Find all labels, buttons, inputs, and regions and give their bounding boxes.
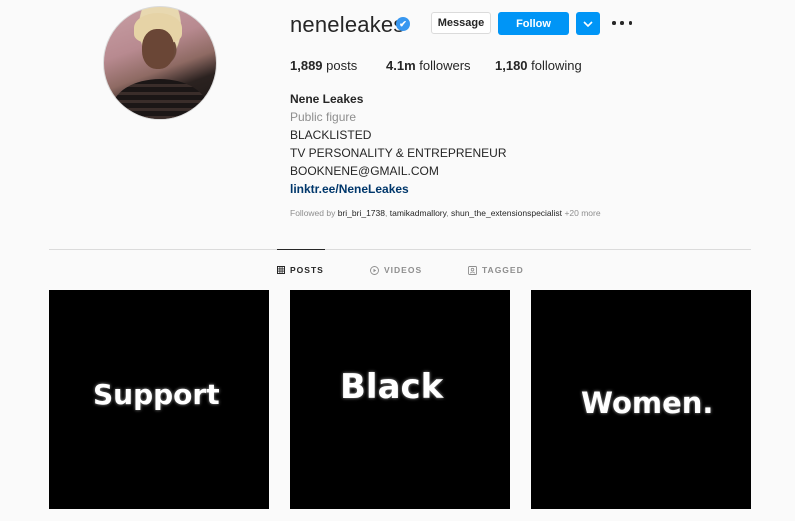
post-tile-text: Support: [93, 378, 220, 411]
suggested-dropdown-button[interactable]: [576, 12, 600, 35]
more-options-button[interactable]: [612, 16, 632, 30]
followers-stat[interactable]: 4.1m followers: [386, 58, 471, 73]
posts-count: 1,889: [290, 58, 323, 73]
bio-line: TV PERSONALITY & ENTREPRENEUR: [290, 146, 507, 160]
post-tile-text: Women.: [581, 386, 714, 420]
followed-by[interactable]: Followed by bri_bri_1738, tamikadmallory…: [290, 208, 601, 218]
tag-icon: [468, 265, 477, 275]
follow-button[interactable]: Follow: [498, 12, 569, 35]
bio-link[interactable]: linktr.ee/NeneLeakes: [290, 182, 409, 196]
profile-avatar[interactable]: [103, 6, 217, 120]
tabs-divider: [49, 249, 751, 250]
followers-label: followers: [419, 58, 471, 73]
ellipsis-icon: [612, 21, 616, 25]
active-tab-indicator: [277, 249, 325, 250]
profile-username: neneleakes: [290, 12, 405, 37]
followed-by-user[interactable]: shun_the_extensionspecialist: [451, 208, 562, 218]
avatar-outfit: [112, 79, 208, 119]
followed-by-prefix: Followed by: [290, 208, 336, 218]
following-stat[interactable]: 1,180 following: [495, 58, 582, 73]
chevron-down-icon: [583, 20, 593, 27]
post-tile[interactable]: Support: [49, 290, 269, 509]
avatar-face: [142, 29, 174, 69]
post-tile[interactable]: Black: [290, 290, 510, 509]
followed-by-user[interactable]: tamikadmallory: [390, 208, 447, 218]
following-count: 1,180: [495, 58, 528, 73]
tab-tagged-label: TAGGED: [482, 265, 524, 275]
posts-label: posts: [326, 58, 358, 73]
ellipsis-icon: [628, 21, 632, 25]
bio-line: BOOKNENE@GMAIL.COM: [290, 164, 439, 178]
followed-by-user[interactable]: bri_bri_1738: [338, 208, 385, 218]
grid-icon: [277, 266, 285, 274]
tab-videos-label: VIDEOS: [384, 265, 423, 275]
bio-line: BLACKLISTED: [290, 128, 372, 142]
followers-count: 4.1m: [386, 58, 416, 73]
verified-badge-icon: ✔: [396, 17, 410, 31]
tab-videos[interactable]: VIDEOS: [370, 265, 422, 275]
play-icon: [370, 265, 379, 275]
posts-stat: 1,889 posts: [290, 58, 357, 73]
profile-category: Public figure: [290, 110, 357, 124]
post-tile-text: Black: [340, 367, 444, 407]
tab-tagged[interactable]: TAGGED: [468, 265, 524, 275]
followed-by-more[interactable]: +20 more: [564, 208, 600, 218]
profile-full-name: Nene Leakes: [290, 92, 364, 106]
post-tile[interactable]: Women.: [531, 290, 751, 509]
tab-posts-label: POSTS: [290, 265, 324, 275]
ellipsis-icon: [620, 21, 624, 25]
message-button[interactable]: Message: [431, 12, 491, 34]
tab-posts[interactable]: POSTS: [277, 265, 324, 275]
following-label: following: [531, 58, 582, 73]
